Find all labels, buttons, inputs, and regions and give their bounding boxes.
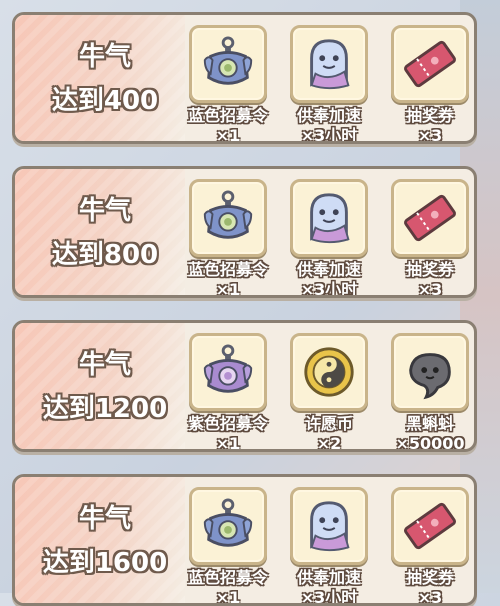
milestone-stat: 牛气 bbox=[78, 196, 131, 226]
item-quantity: ×3小时 bbox=[300, 588, 358, 606]
item-quantity: ×1 bbox=[215, 280, 241, 298]
item-name: 抽奖券 bbox=[405, 568, 454, 587]
item-slot[interactable] bbox=[189, 179, 267, 257]
item-quantity: ×2 bbox=[316, 434, 342, 452]
reward-items: 紫色招募令 ×1 许愿币 ×2 黑蝌蚪 ×50000 bbox=[183, 333, 474, 452]
reward-item[interactable]: 抽奖券 ×3 bbox=[385, 487, 474, 606]
milestone-threshold: 达到400 bbox=[51, 86, 159, 116]
reward-item[interactable]: 蓝色招募令 ×1 bbox=[183, 487, 273, 606]
item-name: 抽奖券 bbox=[405, 106, 454, 125]
purple-recruit-token-icon bbox=[199, 343, 257, 401]
ghost-speedup-icon bbox=[300, 497, 358, 555]
item-name: 供奉加速 bbox=[296, 106, 361, 125]
reward-list: 牛气 达到400 蓝色招募令 ×1 供奉加速 ×3小时 抽奖券 ×3 牛气 达到… bbox=[12, 12, 477, 606]
item-slot[interactable] bbox=[391, 25, 469, 103]
reward-item[interactable]: 供奉加速 ×3小时 bbox=[284, 25, 374, 144]
milestone-label: 牛气 达到1200 bbox=[25, 343, 185, 431]
reward-item[interactable]: 抽奖券 ×3 bbox=[385, 25, 474, 144]
milestone-stat: 牛气 bbox=[78, 504, 131, 534]
item-quantity: ×50000 bbox=[395, 434, 465, 452]
reward-items: 蓝色招募令 ×1 供奉加速 ×3小时 抽奖券 ×3 bbox=[183, 179, 474, 298]
reward-item[interactable]: 蓝色招募令 ×1 bbox=[183, 179, 273, 298]
milestone-threshold: 达到1200 bbox=[42, 394, 168, 424]
reward-item[interactable]: 蓝色招募令 ×1 bbox=[183, 25, 273, 144]
reward-tier-card: 牛气 达到400 蓝色招募令 ×1 供奉加速 ×3小时 抽奖券 ×3 bbox=[12, 12, 477, 144]
item-name: 许愿币 bbox=[304, 414, 353, 433]
blue-recruit-token-icon bbox=[199, 497, 257, 555]
reward-item[interactable]: 黑蝌蚪 ×50000 bbox=[385, 333, 474, 452]
lottery-ticket-icon bbox=[401, 497, 459, 555]
milestone-stat: 牛气 bbox=[78, 42, 131, 72]
reward-items: 蓝色招募令 ×1 供奉加速 ×3小时 抽奖券 ×3 bbox=[183, 25, 474, 144]
item-name: 蓝色招募令 bbox=[187, 568, 268, 587]
reward-item[interactable]: 许愿币 ×2 bbox=[284, 333, 374, 452]
ghost-speedup-icon bbox=[300, 35, 358, 93]
item-slot[interactable] bbox=[391, 179, 469, 257]
ghost-speedup-icon bbox=[300, 189, 358, 247]
item-slot[interactable] bbox=[391, 333, 469, 411]
reward-item[interactable]: 抽奖券 ×3 bbox=[385, 179, 474, 298]
item-slot[interactable] bbox=[391, 487, 469, 565]
reward-item[interactable]: 供奉加速 ×3小时 bbox=[284, 487, 374, 606]
item-quantity: ×3 bbox=[417, 588, 443, 606]
item-quantity: ×3小时 bbox=[300, 280, 358, 298]
reward-tier-card: 牛气 达到800 蓝色招募令 ×1 供奉加速 ×3小时 抽奖券 ×3 bbox=[12, 166, 477, 298]
item-name: 紫色招募令 bbox=[187, 414, 268, 433]
item-name: 供奉加速 bbox=[296, 260, 361, 279]
item-quantity: ×3小时 bbox=[300, 126, 358, 144]
milestone-stat: 牛气 bbox=[78, 350, 131, 380]
item-name: 黑蝌蚪 bbox=[405, 414, 454, 433]
wish-coin-icon bbox=[300, 343, 358, 401]
black-tadpole-icon bbox=[401, 343, 459, 401]
reward-items: 蓝色招募令 ×1 供奉加速 ×3小时 抽奖券 ×3 bbox=[183, 487, 474, 606]
blue-recruit-token-icon bbox=[199, 189, 257, 247]
reward-tier-card: 牛气 达到1600 蓝色招募令 ×1 供奉加速 ×3小时 抽奖券 ×3 bbox=[12, 474, 477, 606]
item-quantity: ×1 bbox=[215, 434, 241, 452]
item-quantity: ×1 bbox=[215, 126, 241, 144]
lottery-ticket-icon bbox=[401, 35, 459, 93]
item-slot[interactable] bbox=[290, 487, 368, 565]
item-slot[interactable] bbox=[189, 487, 267, 565]
item-quantity: ×3 bbox=[417, 280, 443, 298]
item-slot[interactable] bbox=[189, 25, 267, 103]
item-name: 抽奖券 bbox=[405, 260, 454, 279]
milestone-label: 牛气 达到800 bbox=[25, 189, 185, 277]
item-name: 蓝色招募令 bbox=[187, 106, 268, 125]
item-slot[interactable] bbox=[189, 333, 267, 411]
lottery-ticket-icon bbox=[401, 189, 459, 247]
item-quantity: ×3 bbox=[417, 126, 443, 144]
milestone-threshold: 达到800 bbox=[51, 240, 159, 270]
item-name: 供奉加速 bbox=[296, 568, 361, 587]
milestone-label: 牛气 达到400 bbox=[25, 35, 185, 123]
item-quantity: ×1 bbox=[215, 588, 241, 606]
reward-item[interactable]: 供奉加速 ×3小时 bbox=[284, 179, 374, 298]
item-slot[interactable] bbox=[290, 179, 368, 257]
item-slot[interactable] bbox=[290, 25, 368, 103]
reward-tier-card: 牛气 达到1200 紫色招募令 ×1 许愿币 ×2 黑蝌蚪 ×50000 bbox=[12, 320, 477, 452]
item-slot[interactable] bbox=[290, 333, 368, 411]
milestone-label: 牛气 达到1600 bbox=[25, 497, 185, 585]
item-name: 蓝色招募令 bbox=[187, 260, 268, 279]
blue-recruit-token-icon bbox=[199, 35, 257, 93]
reward-item[interactable]: 紫色招募令 ×1 bbox=[183, 333, 273, 452]
milestone-threshold: 达到1600 bbox=[42, 548, 168, 578]
